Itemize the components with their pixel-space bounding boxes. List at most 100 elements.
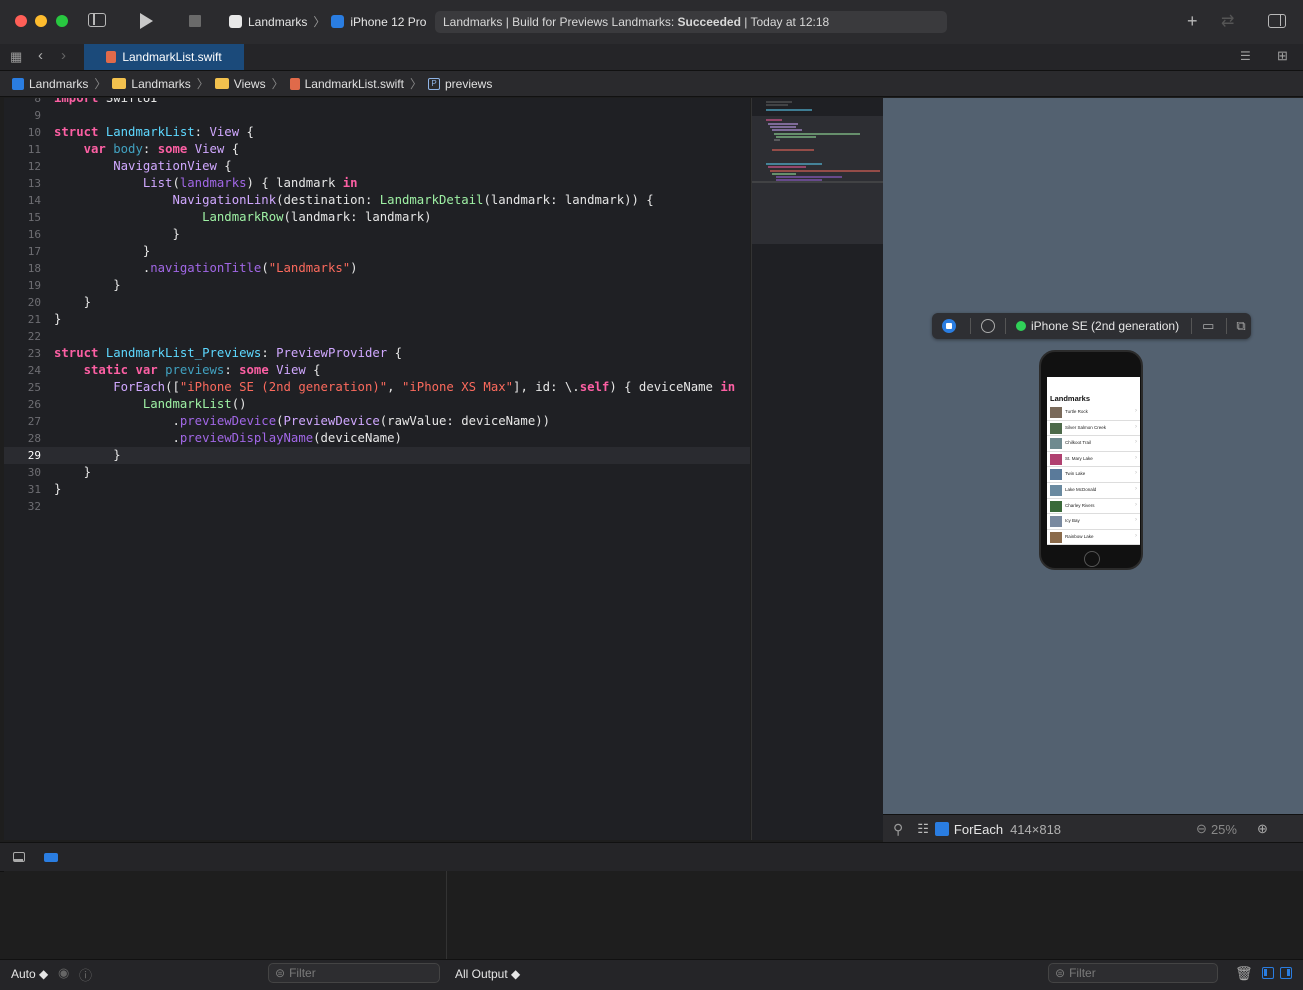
code-line: } bbox=[54, 448, 121, 462]
selected-view-size: 414×818 bbox=[1010, 821, 1062, 837]
duplicate-preview-icon[interactable]: ⧉ bbox=[1236, 318, 1245, 334]
variables-filter-field[interactable]: ⊜ Filter bbox=[268, 963, 440, 983]
tab-landmarklist-swift[interactable]: LandmarkList.swift bbox=[84, 44, 244, 70]
show-variables-icon[interactable] bbox=[1262, 967, 1274, 979]
preview-on-device-icon[interactable] bbox=[981, 319, 995, 333]
breadcrumb-symbol[interactable]: P previews bbox=[427, 77, 492, 91]
landmark-row[interactable]: Chilkoot Trail › bbox=[1047, 436, 1140, 452]
code-line: static var previews: some View { bbox=[83, 363, 321, 377]
status-dot-icon bbox=[1016, 321, 1026, 331]
property-symbol-icon: P bbox=[427, 77, 440, 90]
console-view[interactable] bbox=[447, 871, 1303, 959]
code-line: } bbox=[54, 278, 121, 292]
info-icon[interactable]: ⓘ bbox=[79, 965, 92, 984]
show-console-icon[interactable] bbox=[1280, 967, 1292, 979]
console-filter-field[interactable]: ⊜ Filter bbox=[1048, 963, 1218, 983]
landmark-name: Charley Rivers bbox=[1065, 502, 1095, 508]
breadcrumb-label: Landmarks bbox=[29, 76, 89, 91]
line-number: 27 bbox=[27, 415, 41, 428]
landmark-thumbnail bbox=[1050, 500, 1062, 512]
forward-arrow-icon[interactable]: › bbox=[61, 47, 66, 64]
code-line: } bbox=[54, 465, 92, 479]
breadcrumb-file[interactable]: LandmarkList.swift bbox=[289, 77, 404, 91]
window-toolbar: Landmarks 〉 iPhone 12 Pro Landmarks | Bu… bbox=[0, 0, 1303, 45]
breadcrumb-label: Landmarks bbox=[131, 76, 191, 91]
pin-icon[interactable]: ⚲ bbox=[893, 821, 903, 838]
zoom-window-button[interactable] bbox=[56, 15, 68, 27]
code-line: LandmarkList() bbox=[142, 397, 247, 411]
stop-icon bbox=[946, 323, 952, 329]
live-preview-button[interactable] bbox=[942, 319, 956, 333]
minimap[interactable] bbox=[751, 98, 883, 840]
editor-options-icon[interactable]: ☰ bbox=[1240, 49, 1251, 63]
landmark-row[interactable]: Charley Rivers › bbox=[1047, 499, 1140, 515]
landmark-row[interactable]: Twin Lake › bbox=[1047, 467, 1140, 483]
landmark-row[interactable]: Icy Bay › bbox=[1047, 514, 1140, 530]
stop-button[interactable] bbox=[189, 15, 201, 27]
code-line: import SwiftUI bbox=[54, 98, 158, 105]
folder-icon bbox=[214, 78, 229, 89]
inspector-toggle-icon[interactable] bbox=[1268, 14, 1286, 28]
chevron-right-icon: 〉 bbox=[271, 77, 284, 91]
line-number: 14 bbox=[27, 194, 41, 207]
breakpoints-toggle-icon[interactable] bbox=[44, 853, 58, 862]
minimize-window-button[interactable] bbox=[35, 15, 47, 27]
canvas-bottom-bar: ⚲ ☷ ForEach 414×818 ⊖ 25% ⊕ bbox=[883, 814, 1303, 843]
landmark-name: Chilkoot Trail bbox=[1065, 440, 1092, 446]
landmark-name: Icy Bay bbox=[1065, 518, 1080, 524]
string-literal: "iPhone SE (2nd generation)" bbox=[179, 380, 388, 394]
landmark-row[interactable]: Turtle Rock › bbox=[1047, 405, 1140, 421]
filter-icon: ⊜ bbox=[1055, 966, 1066, 980]
landmark-thumbnail bbox=[1050, 469, 1062, 481]
line-number: 13 bbox=[27, 177, 41, 190]
scheme-name: Landmarks bbox=[248, 14, 308, 29]
library-add-icon[interactable]: + bbox=[1187, 11, 1198, 32]
trash-icon[interactable]: 🗑 bbox=[1235, 965, 1253, 982]
add-editor-icon[interactable]: ⊞ bbox=[1277, 48, 1288, 64]
hide-debug-area-icon[interactable] bbox=[13, 852, 25, 862]
jump-bar: Landmarks 〉 Landmarks 〉 Views 〉 Landmark… bbox=[0, 71, 1303, 97]
code-review-icon[interactable]: ⇄ bbox=[1221, 11, 1234, 31]
run-destination[interactable]: iPhone 12 Pro bbox=[350, 15, 426, 29]
landmark-name: Twin Lake bbox=[1065, 471, 1086, 477]
swift-file-icon bbox=[106, 51, 117, 63]
inspect-preview-icon[interactable]: ▭ bbox=[1202, 318, 1214, 334]
landmark-row[interactable]: Lake McDonald › bbox=[1047, 483, 1140, 499]
source-editor[interactable]: 8 import SwiftUI 9 10 struct LandmarkList:… bbox=[4, 98, 750, 840]
app-scheme-icon bbox=[229, 15, 242, 28]
code-line: var body: some View { bbox=[83, 142, 240, 156]
run-button[interactable] bbox=[140, 13, 153, 29]
device-preview-iphone[interactable]: Landmarks Turtle Rock › Silver Salmon Cree… bbox=[1039, 350, 1143, 570]
back-arrow-icon[interactable]: ‹ bbox=[38, 47, 43, 64]
scheme-selector[interactable]: Landmarks 〉 iPhone 12 Pro bbox=[229, 13, 426, 30]
zoom-out-icon[interactable]: ⊖ bbox=[1196, 821, 1207, 837]
variables-scope-select[interactable]: Auto ◆ bbox=[11, 967, 48, 981]
line-number: 24 bbox=[27, 364, 41, 377]
landmark-row[interactable]: Silver Salmon Creek › bbox=[1047, 421, 1140, 437]
line-number-current: 29 bbox=[27, 449, 41, 462]
activity-message: Landmarks | Build for Previews Landmarks… bbox=[443, 15, 678, 29]
zoom-level: 25% bbox=[1210, 821, 1237, 837]
close-window-button[interactable] bbox=[15, 15, 27, 27]
variables-view[interactable] bbox=[4, 871, 447, 959]
chevron-right-icon: › bbox=[1135, 423, 1137, 430]
zoom-in-icon[interactable]: ⊕ bbox=[1257, 821, 1268, 837]
navigator-toggle-icon[interactable] bbox=[88, 13, 106, 27]
breadcrumb-group-landmarks[interactable]: Landmarks bbox=[112, 76, 191, 91]
code-line: } bbox=[54, 244, 151, 258]
preview-device-label: iPhone SE (2nd generation) bbox=[1031, 319, 1180, 333]
line-number: 23 bbox=[27, 347, 41, 360]
landmark-thumbnail bbox=[1050, 485, 1062, 496]
eye-icon[interactable]: ◉ bbox=[58, 965, 69, 981]
adjust-icon[interactable]: ☷ bbox=[917, 821, 929, 837]
tab-label: LandmarkList.swift bbox=[122, 50, 222, 64]
landmark-name: Rainbow Lake bbox=[1065, 533, 1094, 539]
landmark-row[interactable]: St. Mary Lake › bbox=[1047, 452, 1140, 468]
chevron-right-icon: 〉 bbox=[196, 77, 209, 91]
breadcrumb-project[interactable]: Landmarks bbox=[12, 77, 88, 91]
related-items-grid-icon[interactable]: ▦ bbox=[10, 49, 22, 65]
breadcrumb-group-views[interactable]: Views bbox=[214, 77, 266, 91]
console-output-select[interactable]: All Output ◆ bbox=[455, 967, 520, 981]
landmark-row[interactable]: Rainbow Lake › bbox=[1047, 530, 1140, 545]
landmark-thumbnail bbox=[1050, 516, 1062, 528]
